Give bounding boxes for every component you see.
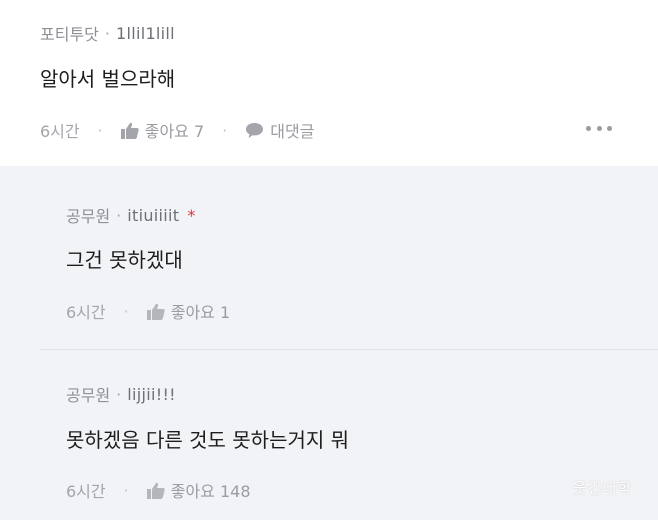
comment-author[interactable]: 포티투닷 (40, 21, 99, 45)
thumbs-up-icon (120, 122, 139, 139)
reply-divider (40, 349, 658, 350)
like-label: 좋아요 1 (170, 303, 231, 322)
thumbs-up-icon (146, 303, 165, 320)
comment-userid: 1llil1lill (115, 23, 175, 43)
reply-actions: 6시간 · 좋아요 1 (66, 299, 230, 323)
reply-label: 대댓글 (270, 122, 315, 141)
comment: 포티투닷 · 1llil1lill 알아서 벌으라해 6시간 · 좋아요 7 ·… (0, 0, 658, 166)
more-button[interactable] (586, 118, 612, 138)
reply-actions: 6시간 · 좋아요 148 (66, 478, 251, 502)
like-button[interactable]: 좋아요 148 (146, 478, 251, 502)
meta-separator: · (116, 205, 122, 225)
reply-meta: 공무원 · itiuiiiit * (66, 203, 195, 227)
reply-author[interactable]: 공무원 (66, 382, 110, 406)
comment-meta: 포티투닷 · 1llil1lill (40, 21, 175, 45)
reply-time: 6시간 (66, 482, 106, 501)
reply-meta: 공무원 · lijjii!!! (66, 382, 176, 406)
reply-author[interactable]: 공무원 (66, 203, 110, 227)
like-button[interactable]: 좋아요 1 (146, 299, 231, 323)
meta-separator: · (104, 23, 110, 43)
actions-separator: · (97, 120, 103, 140)
comment-text: 알아서 벌으라해 (40, 67, 176, 91)
thumbs-up-icon (146, 482, 165, 499)
comment-time: 6시간 (40, 122, 80, 141)
reply-text: 그건 못하겠대 (66, 248, 183, 272)
star-mark: * (187, 205, 196, 225)
like-button[interactable]: 좋아요 7 (120, 118, 205, 142)
reply-userid: lijjii!!! (127, 384, 176, 404)
watermark: 웃긴대학 (572, 479, 632, 497)
like-label: 좋아요 148 (170, 482, 251, 501)
actions-separator: · (123, 301, 129, 321)
actions-separator: · (222, 120, 228, 140)
meta-separator: · (116, 384, 122, 404)
speech-bubble-icon (246, 122, 264, 138)
more-dots-icon (586, 125, 591, 131)
actions-separator: · (123, 480, 129, 500)
reply-userid: itiuiiiit (127, 205, 180, 225)
replies-section: 공무원 · itiuiiiit * 그건 못하겠대 6시간 · 좋아요 1 공무… (0, 166, 658, 520)
like-label: 좋아요 7 (144, 122, 205, 141)
comment-actions: 6시간 · 좋아요 7 · 대댓글 (40, 118, 314, 142)
reply-time: 6시간 (66, 303, 106, 322)
reply-button[interactable]: 대댓글 (245, 118, 314, 142)
reply-text: 못하겠음 다른 것도 못하는거지 뭐 (66, 428, 350, 452)
